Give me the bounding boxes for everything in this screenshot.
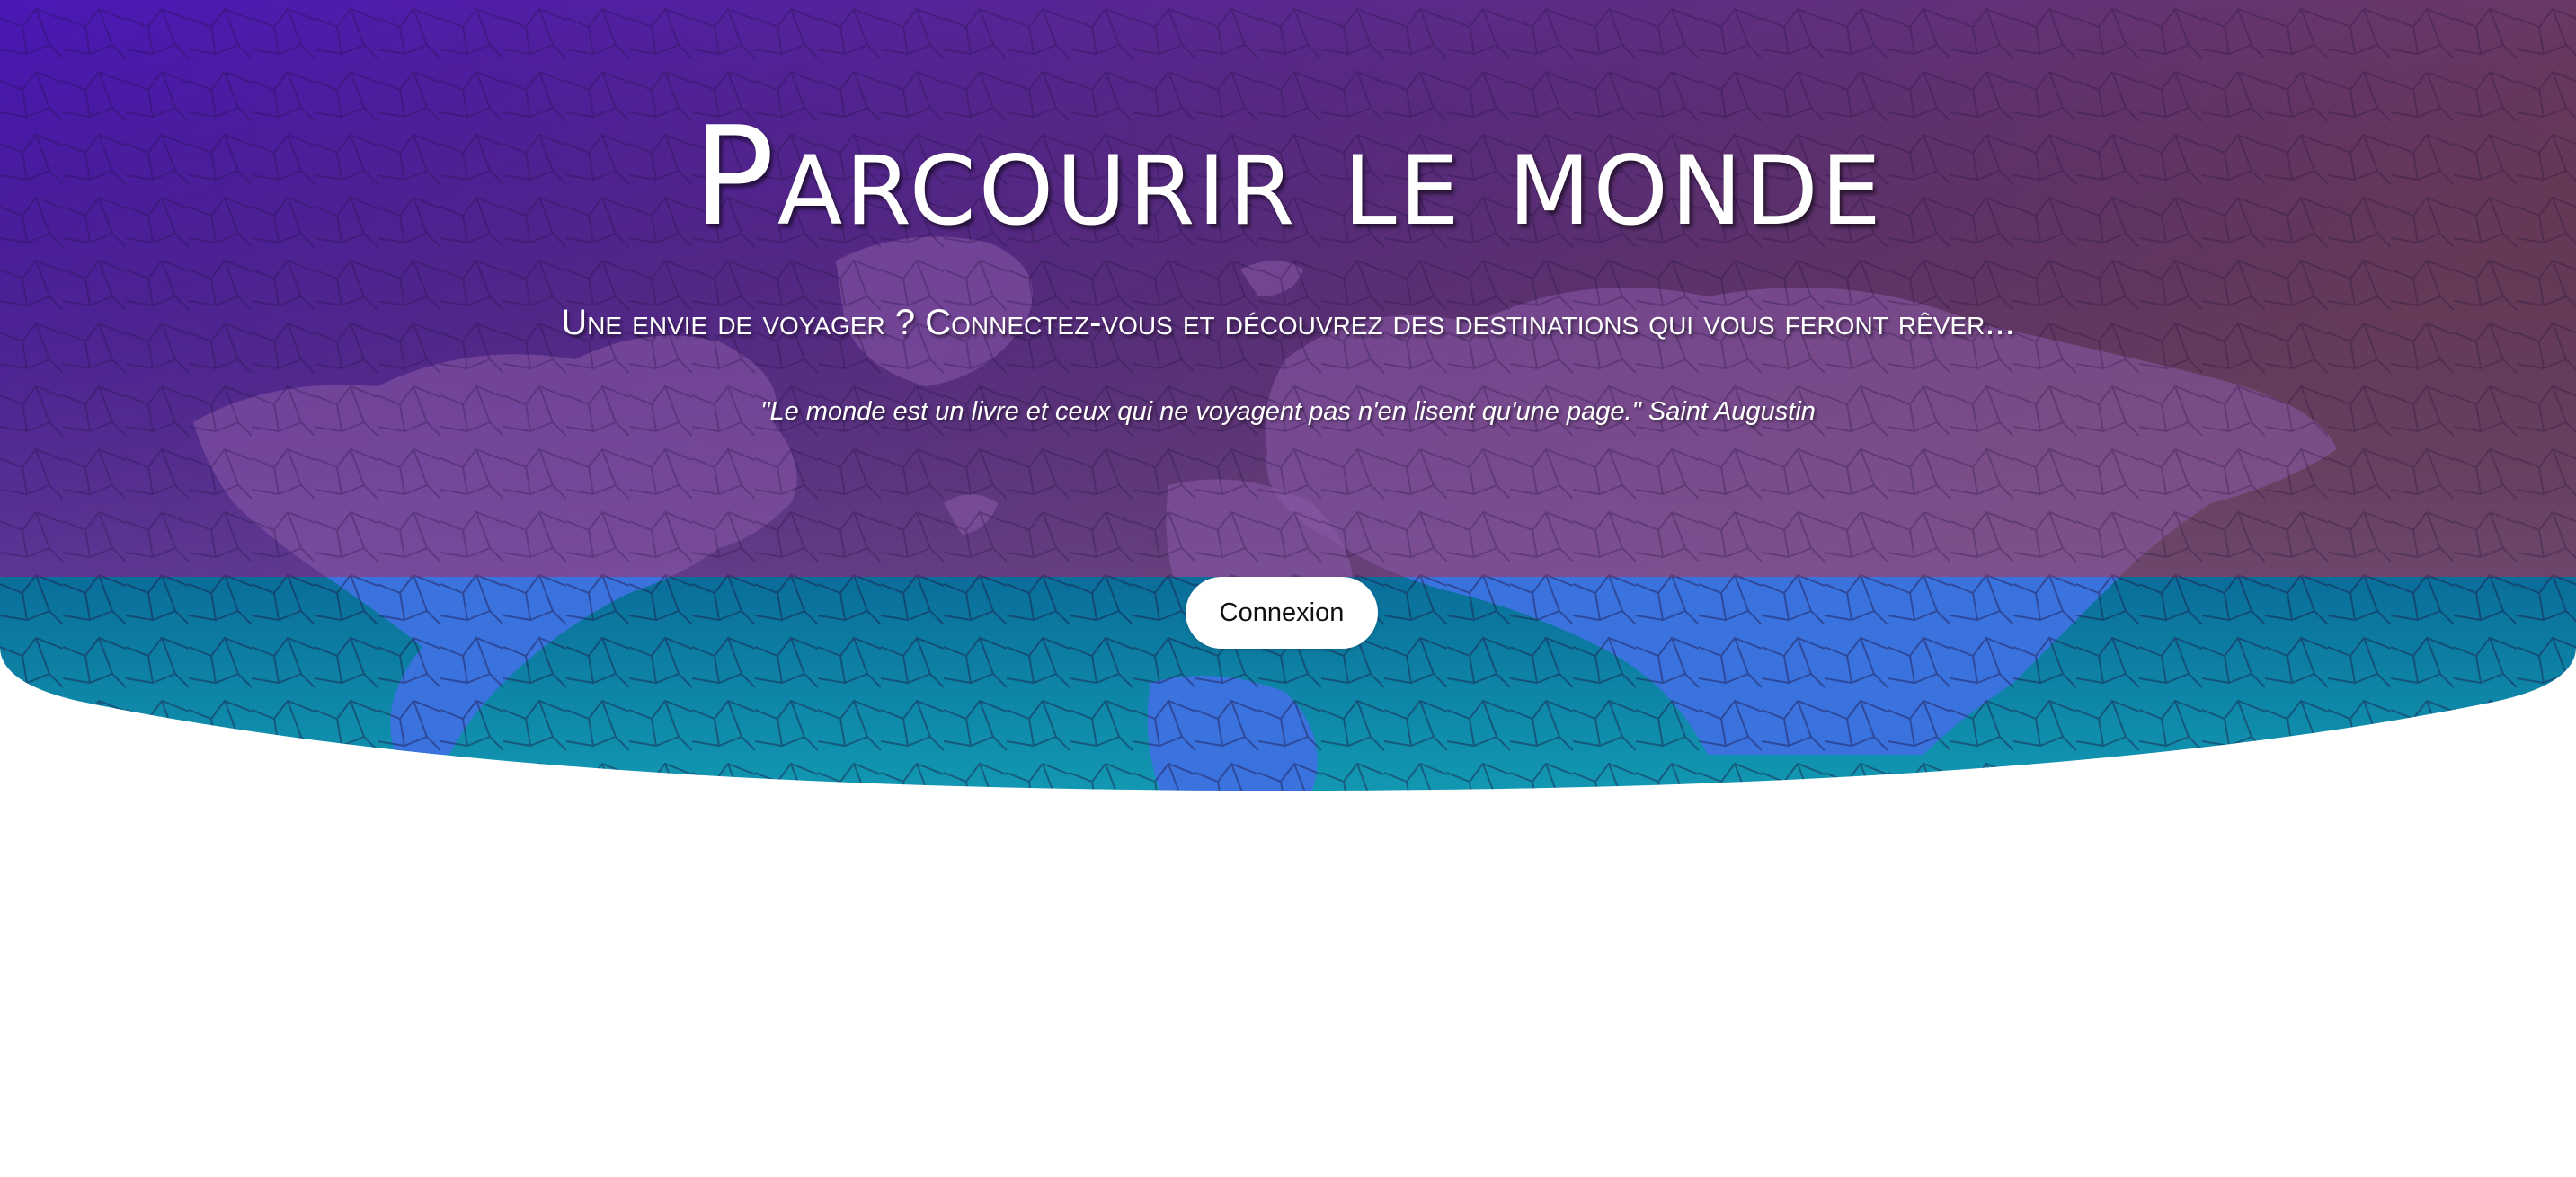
page-title: Parcourir le monde [692, 97, 1884, 256]
hero-section: Parcourir le monde Une envie de voyager … [0, 0, 2576, 791]
hero-subtitle: Une envie de voyager ? Connectez-vous et… [561, 303, 2015, 342]
login-button[interactable]: Connexion [1186, 577, 1378, 649]
hero-quote: "Le monde est un livre et ceux qui ne vo… [760, 397, 1816, 426]
hero-content: Parcourir le monde Une envie de voyager … [0, 0, 2576, 791]
